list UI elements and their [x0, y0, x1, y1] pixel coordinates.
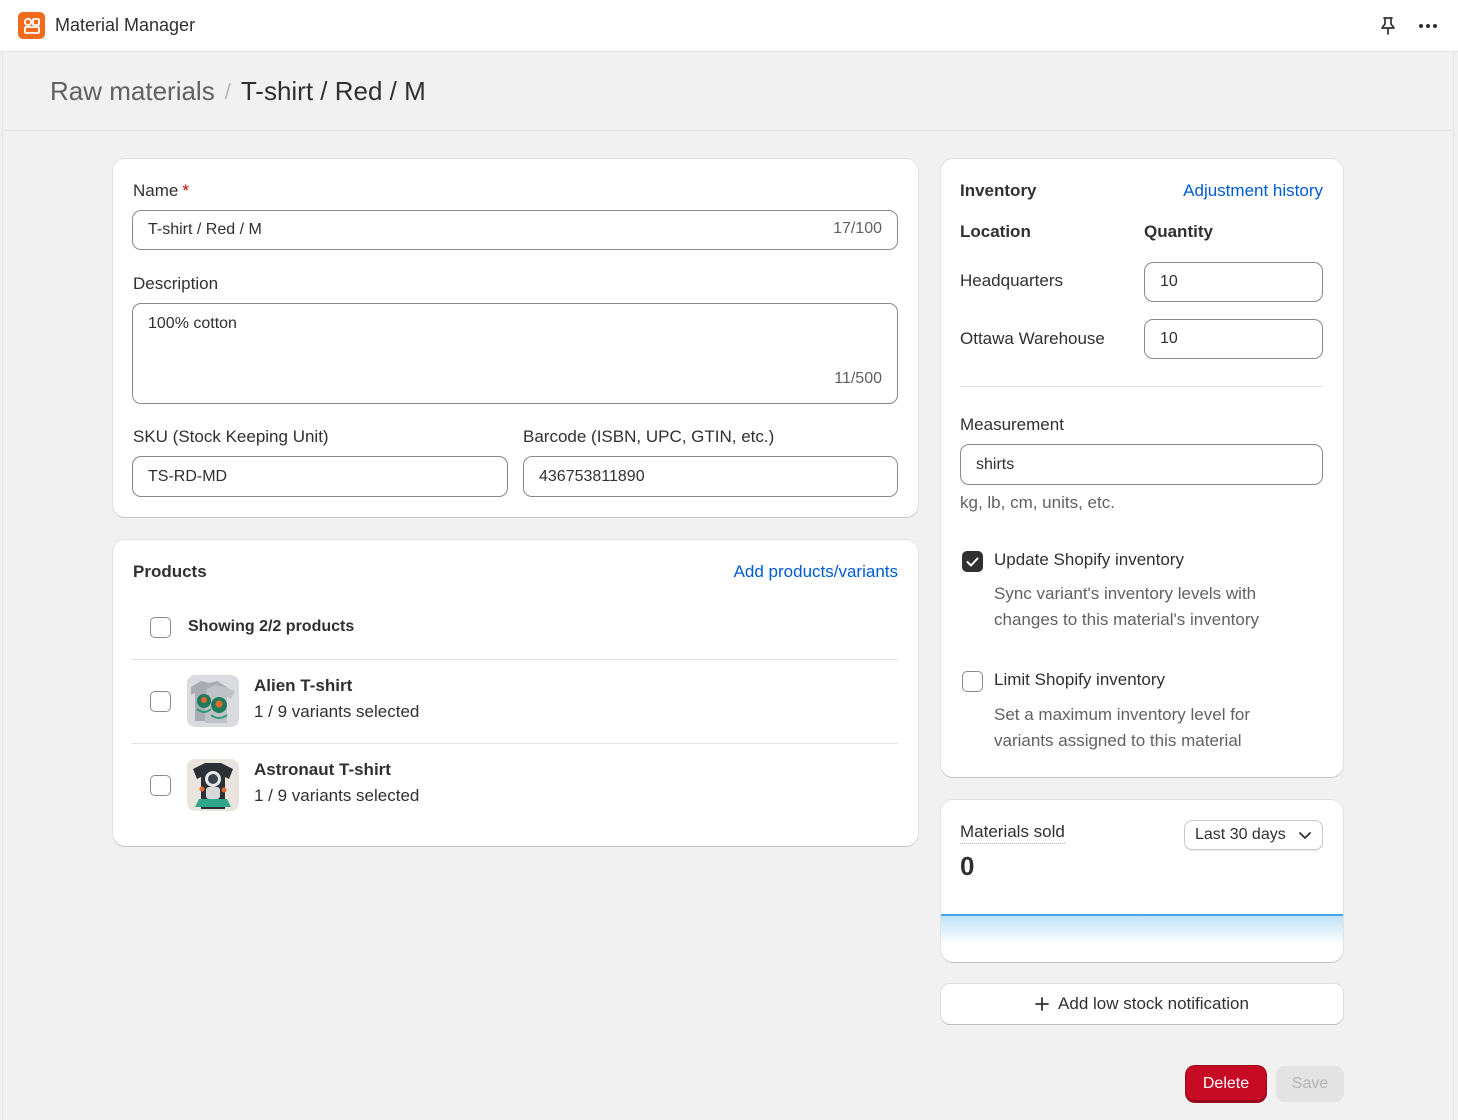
products-title: Products: [133, 562, 207, 581]
update-shopify-label[interactable]: Update Shopify inventory: [994, 550, 1184, 570]
location-headquarters: Headquarters: [960, 271, 1064, 290]
location-ottawa: Ottawa Warehouse: [960, 329, 1105, 348]
quantity-header: Quantity: [1144, 222, 1213, 241]
check-icon: [966, 557, 979, 566]
location-header: Location: [960, 222, 1031, 241]
delete-button[interactable]: Delete: [1186, 1066, 1266, 1102]
chevron-down-icon: [1299, 831, 1311, 839]
pin-icon[interactable]: [1376, 14, 1400, 38]
details-card: Name * T-shirt / Red / M 17/100 Descripti…: [113, 159, 918, 517]
app-logo-icon: [18, 12, 45, 39]
add-low-stock-label: Add low stock notification: [1058, 994, 1249, 1013]
date-range-select[interactable]: Last 30 days: [1184, 820, 1323, 850]
quantity-value-ottawa: 10: [1160, 330, 1178, 347]
sku-value: TS-RD-MD: [148, 467, 228, 485]
inventory-title: Inventory: [960, 181, 1037, 200]
description-label: Description: [133, 274, 219, 293]
product-name-alien[interactable]: Alien T-shirt: [254, 676, 352, 696]
measurement-help: kg, lb, cm, units, etc.: [960, 493, 1115, 512]
products-card: Products Add products/variants Showing 2…: [113, 540, 918, 846]
breadcrumb-raw-materials[interactable]: Raw materials: [50, 76, 215, 107]
quantity-value-headquarters: 10: [1160, 273, 1178, 290]
select-all-checkbox[interactable]: [150, 617, 171, 638]
name-input-value: T-shirt / Red / M: [148, 221, 262, 238]
alien-tshirt-thumbnail: [187, 675, 239, 727]
products-divider: [132, 659, 898, 660]
product-variants-astronaut: 1 / 9 variants selected: [254, 786, 420, 805]
showing-products-label: Showing 2/2 products: [188, 618, 355, 635]
adjustment-history-link[interactable]: Adjustment history: [1183, 181, 1323, 201]
product-name-astronaut[interactable]: Astronaut T-shirt: [254, 760, 391, 780]
barcode-value: 436753811890: [539, 467, 645, 485]
measurement-input[interactable]: shirts: [960, 444, 1323, 485]
materials-sold-value: 0: [960, 851, 975, 881]
measurement-value: shirts: [976, 455, 1015, 473]
sparkline-area: [941, 915, 1343, 945]
save-button[interactable]: Save: [1276, 1066, 1344, 1102]
quantity-input-headquarters[interactable]: 10: [1144, 262, 1323, 302]
description-counter: 11/500: [834, 370, 882, 387]
sku-input[interactable]: TS-RD-MD: [132, 456, 508, 497]
product-checkbox-alien[interactable]: [150, 691, 171, 712]
barcode-input[interactable]: 436753811890: [523, 456, 898, 497]
name-label: Name *: [133, 181, 189, 200]
description-textarea[interactable]: 100% cotton: [132, 303, 898, 404]
breadcrumb: Raw materials / T-shirt / Red / M: [50, 76, 426, 107]
sku-label: SKU (Stock Keeping Unit): [133, 427, 329, 446]
update-shopify-help: Sync variant's inventory levels with cha…: [994, 584, 1259, 629]
limit-shopify-help: Set a maximum inventory level for varian…: [994, 705, 1251, 750]
materials-sold-card: Materials sold 0 Last 30 days: [941, 800, 1343, 962]
add-products-link[interactable]: Add products/variants: [734, 562, 898, 582]
more-icon[interactable]: [1416, 14, 1440, 38]
materials-sold-title[interactable]: Materials sold: [960, 822, 1065, 844]
date-range-value: Last 30 days: [1195, 826, 1286, 843]
astronaut-tshirt-thumbnail: [187, 759, 239, 811]
quantity-input-ottawa[interactable]: 10: [1144, 319, 1323, 359]
required-marker: *: [182, 181, 189, 200]
measurement-label: Measurement: [960, 415, 1064, 434]
add-low-stock-notification-button[interactable]: Add low stock notification: [941, 984, 1343, 1024]
barcode-label: Barcode (ISBN, UPC, GTIN, etc.): [523, 427, 775, 446]
sparkline-chart: [941, 914, 1343, 945]
name-counter: 17/100: [833, 220, 882, 237]
row-divider: [132, 743, 898, 744]
breadcrumb-separator: /: [224, 78, 231, 104]
header-divider: [2, 130, 1454, 131]
name-input[interactable]: T-shirt / Red / M: [132, 210, 898, 250]
inventory-card: Inventory Adjustment history Location Qu…: [941, 159, 1343, 777]
app-title: Material Manager: [55, 15, 196, 35]
page-title: T-shirt / Red / M: [240, 76, 426, 106]
limit-shopify-checkbox[interactable]: [962, 671, 983, 692]
plus-icon: [1035, 997, 1049, 1011]
limit-shopify-label[interactable]: Limit Shopify inventory: [994, 670, 1165, 690]
product-variants-alien: 1 / 9 variants selected: [254, 702, 420, 721]
app-bar: Material Manager: [0, 0, 1458, 52]
inventory-divider: [960, 386, 1323, 387]
update-shopify-checkbox[interactable]: [962, 551, 983, 572]
description-value: 100% cotton: [148, 315, 237, 332]
product-checkbox-astronaut[interactable]: [150, 775, 171, 796]
